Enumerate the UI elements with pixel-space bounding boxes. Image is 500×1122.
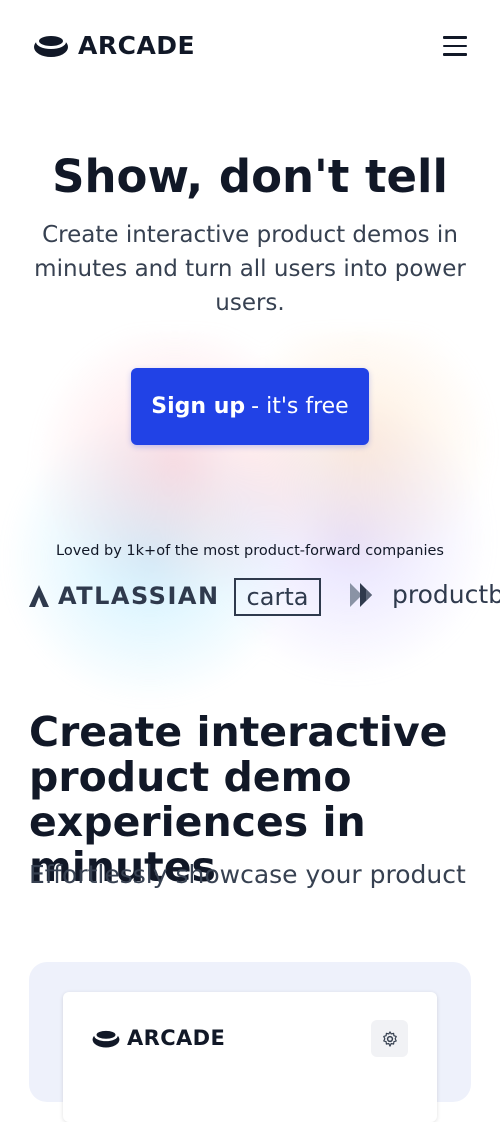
productboard-logo: productboard xyxy=(350,580,500,609)
social-proof-text: Loved by 1k+of the most product-forward … xyxy=(56,543,444,559)
brand-logo[interactable]: ARCADE xyxy=(32,30,195,60)
signup-button-rest: - it's free xyxy=(251,394,349,419)
brand-name: ARCADE xyxy=(78,30,196,60)
preview-brand-name: ARCADE xyxy=(127,1026,226,1050)
customer-logos-strip: ATLASSIAN carta productboard xyxy=(0,576,500,620)
signup-button[interactable]: Sign up - it's free xyxy=(131,368,369,445)
preview-brand-logo: ARCADE xyxy=(91,1026,225,1050)
arcade-logo-icon xyxy=(92,1030,120,1048)
demo-preview-panel: ARCADE xyxy=(29,962,471,1122)
atlassian-logo-text: ATLASSIAN xyxy=(58,582,220,610)
signup-button-bold: Sign up xyxy=(151,394,246,419)
feature-subtitle: Effortlessly showcase your product xyxy=(29,860,466,889)
arcade-logo-icon xyxy=(34,35,68,57)
top-navbar: ARCADE xyxy=(0,0,500,92)
hamburger-menu-icon[interactable] xyxy=(441,36,473,60)
gear-icon[interactable] xyxy=(371,1020,408,1057)
gear-glyph-icon xyxy=(382,1030,397,1047)
carta-logo: carta xyxy=(234,578,321,616)
atlassian-mark-icon xyxy=(29,585,49,607)
hero-subtitle: Create interactive product demos in minu… xyxy=(34,222,466,316)
carta-logo-text: carta xyxy=(246,583,309,611)
hero-title: Show, don't tell xyxy=(52,150,448,203)
productboard-mark-icon xyxy=(350,582,372,607)
atlassian-logo: ATLASSIAN xyxy=(28,582,220,610)
productboard-logo-text: productboard xyxy=(392,580,500,609)
demo-preview-card: ARCADE xyxy=(63,992,437,1122)
